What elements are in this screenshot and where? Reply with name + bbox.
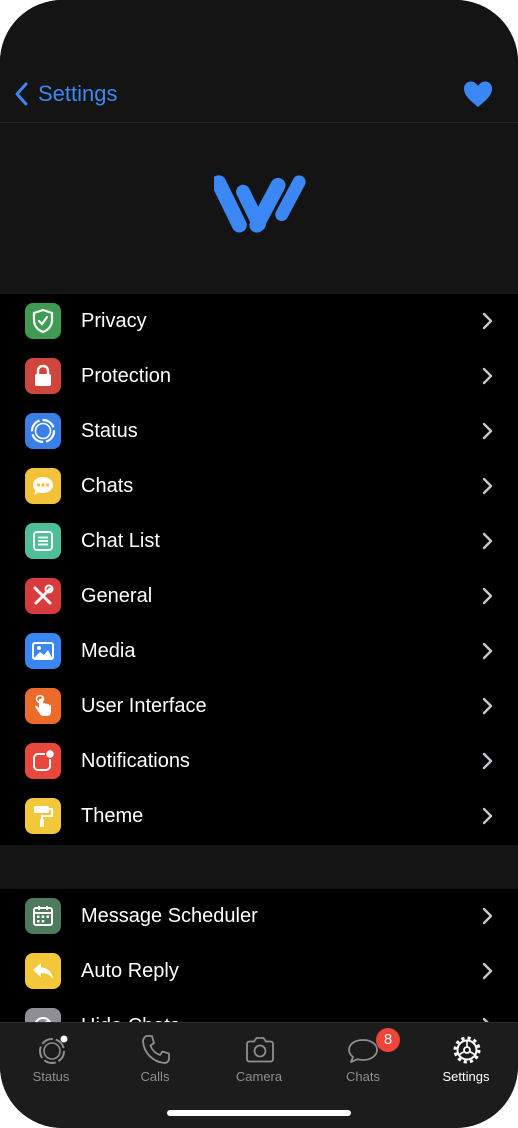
camera-icon xyxy=(246,1037,274,1063)
row-label: Notifications xyxy=(81,750,190,772)
row-label: Theme xyxy=(81,805,144,827)
unread-badge: 8 xyxy=(376,1028,400,1052)
settings-group-main: Privacy Protection Status Chats Chat Lis… xyxy=(0,294,518,845)
row-label: Protection xyxy=(81,365,172,387)
status-icon xyxy=(39,1035,68,1064)
row-label: General xyxy=(81,585,153,607)
chevron-right-icon xyxy=(482,752,493,770)
row-theme[interactable]: Theme xyxy=(0,789,518,844)
tab-camera[interactable]: Camera xyxy=(214,1031,304,1091)
row-label: Media xyxy=(81,640,136,662)
status-ring-icon xyxy=(25,413,61,449)
tab-status[interactable]: Status xyxy=(6,1031,96,1091)
row-label: User Interface xyxy=(81,695,207,717)
row-auto-reply[interactable]: Auto Reply xyxy=(0,944,518,999)
row-notifications[interactable]: Notifications xyxy=(0,734,518,789)
chat-bubble-icon xyxy=(25,468,61,504)
tab-label: Chats xyxy=(346,1069,380,1084)
reply-icon xyxy=(25,953,61,989)
row-user-interface[interactable]: User Interface xyxy=(0,679,518,734)
chevron-right-icon xyxy=(482,422,493,440)
tab-label: Calls xyxy=(140,1069,170,1084)
app-logo-icon xyxy=(214,175,306,233)
tab-label: Camera xyxy=(235,1069,283,1084)
settings-group-tools: Message Scheduler Auto Reply Hide Chats xyxy=(0,889,518,1044)
row-general[interactable]: General xyxy=(0,569,518,624)
chevron-right-icon xyxy=(482,907,493,925)
lock-icon xyxy=(25,358,61,394)
settings-icon xyxy=(453,1036,481,1064)
row-label: Message Scheduler xyxy=(81,905,258,927)
home-indicator[interactable] xyxy=(167,1110,351,1116)
row-media[interactable]: Media xyxy=(0,624,518,679)
row-chat-list[interactable]: Chat List xyxy=(0,514,518,569)
chevron-right-icon xyxy=(482,312,493,330)
row-label: Chats xyxy=(81,475,134,497)
tab-settings[interactable]: Settings xyxy=(421,1031,511,1091)
row-status[interactable]: Status xyxy=(0,404,518,459)
chevron-right-icon xyxy=(482,367,493,385)
back-button[interactable]: Settings xyxy=(14,78,118,110)
paint-roller-icon xyxy=(25,798,61,834)
navigation-bar: Settings xyxy=(0,0,518,123)
row-label: Privacy xyxy=(81,310,147,332)
chevron-left-icon xyxy=(15,82,28,106)
row-message-scheduler[interactable]: Message Scheduler xyxy=(0,889,518,944)
heart-icon[interactable] xyxy=(463,80,493,108)
row-label: Auto Reply xyxy=(81,960,179,982)
phone-icon xyxy=(142,1035,170,1064)
tab-label: Status xyxy=(32,1069,70,1084)
shield-icon xyxy=(25,303,61,339)
chevron-right-icon xyxy=(482,962,493,980)
chevron-right-icon xyxy=(482,697,493,715)
list-icon xyxy=(25,523,61,559)
tab-label: Settings xyxy=(442,1069,490,1084)
tap-icon xyxy=(25,688,61,724)
notification-icon xyxy=(25,743,61,779)
row-label: Status xyxy=(81,420,138,442)
row-protection[interactable]: Protection xyxy=(0,349,518,404)
chevron-right-icon xyxy=(482,532,493,550)
section-separator xyxy=(0,845,518,889)
tab-calls[interactable]: Calls xyxy=(110,1031,200,1091)
chevron-right-icon xyxy=(482,642,493,660)
photo-icon xyxy=(25,633,61,669)
row-chats[interactable]: Chats xyxy=(0,459,518,514)
calendar-icon xyxy=(25,898,61,934)
chevron-right-icon xyxy=(482,807,493,825)
row-privacy[interactable]: Privacy xyxy=(0,294,518,349)
chevron-right-icon xyxy=(482,587,493,605)
row-label: Chat List xyxy=(81,530,160,552)
phone-screen: Settings Privacy Protection Status Chats… xyxy=(0,0,518,1128)
chevron-right-icon xyxy=(482,477,493,495)
tools-icon xyxy=(25,578,61,614)
back-label: Settings xyxy=(38,81,118,106)
